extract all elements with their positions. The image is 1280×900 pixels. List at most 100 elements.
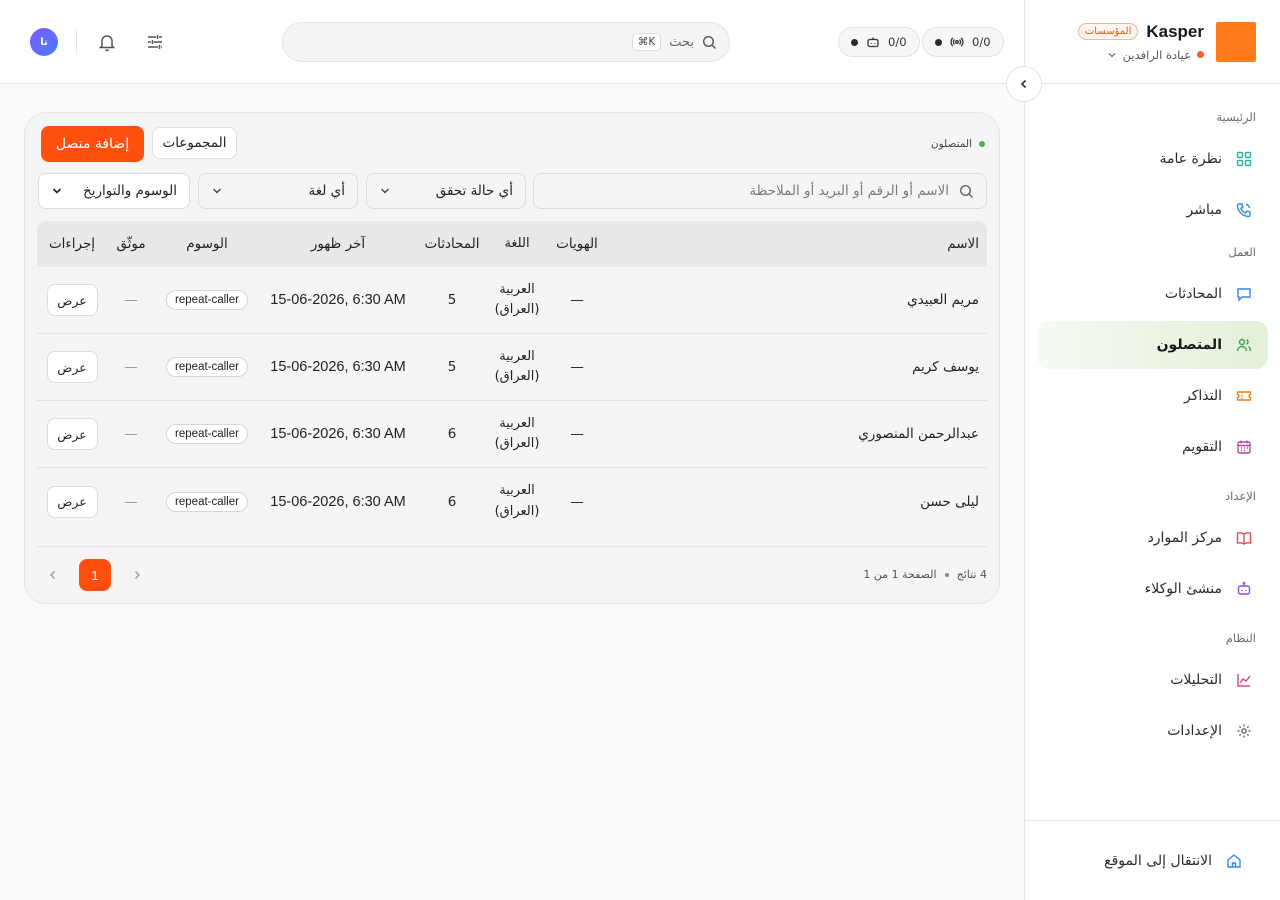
prev-page-button[interactable] [41,563,65,587]
bell-icon [97,32,117,52]
language-name: العربية [499,348,535,364]
language-name: العربية [499,483,535,499]
groups-button[interactable]: المجموعات [152,127,237,159]
column-header-name[interactable]: الاسم [607,236,987,252]
caller-verified: — [124,292,138,308]
status-dot [935,38,942,46]
column-header-verified: موثّق [116,236,146,252]
tag-badge: repeat-caller [166,491,248,512]
caller-last-seen: 15-06-2026, 6:30 AM [270,292,406,308]
caller-verified: — [124,493,138,510]
tags-dates-filter-button[interactable]: الوسوم والتواريخ [38,173,190,209]
sidebar-item-callers[interactable]: المتصلون [1037,321,1268,369]
caller-language: العربية (العراق) [487,481,547,521]
view-caller-button[interactable]: عرض [46,418,98,450]
language-filter-select[interactable]: أي لغة [198,173,358,209]
table-footer-divider [37,546,987,547]
gear-icon [1234,721,1254,741]
sidebar-item-label: التحليلات [1170,672,1222,688]
sidebar-item-calendar[interactable]: التقويم [1037,423,1268,471]
verification-filter-select[interactable]: أي حالة تحقق [366,173,526,209]
pagination: 1 [41,559,149,591]
language-region: (العراق) [494,503,540,519]
clinic-switcher[interactable]: عيادة الرافدين [1107,48,1204,62]
caller-name: ليلى حسن [920,493,979,510]
notifications-button[interactable] [95,30,119,54]
agents-counter[interactable]: 0/0 [838,27,920,57]
table-row[interactable]: ليلى حسن — العربية (العراق) 6 15-06-2026,… [37,468,987,535]
column-header-conversations[interactable]: المحادثات [417,236,487,252]
ticket-icon [1234,386,1254,406]
table-row[interactable]: عبدالرحمن المنصوري — العربية (العراق) 6 1… [37,401,987,468]
nav-section-setup: الإعداد [1225,489,1256,503]
table-row[interactable]: يوسف كريم — العربية (العراق) 5 15-06-2026… [37,334,987,401]
search-icon [702,35,717,50]
sidebar-item-resources[interactable]: مركز الموارد [1037,514,1268,562]
view-caller-button[interactable]: عرض [46,485,98,518]
nav-section-work: العمل [1228,245,1256,259]
go-to-site-link[interactable]: الانتقال إلى الموقع [1025,820,1280,900]
sidebar-item-label: الإعدادات [1167,723,1222,739]
sidebar-collapse-button[interactable] [1006,66,1042,102]
clinic-name: عيادة الرافدين [1122,47,1191,62]
sidebar-item-analytics[interactable]: التحليلات [1037,656,1268,704]
search-placeholder: الاسم أو الرقم أو البريد أو الملاحظة [749,183,949,199]
view-caller-button[interactable]: عرض [46,284,98,316]
sidebar-item-label: نظرة عامة [1159,151,1222,167]
live-calls-counter[interactable]: 0/0 [922,27,1004,57]
sidebar-item-label: المحادثات [1164,286,1222,302]
caller-identities: — [570,426,584,442]
sidebar-item-agent-builder[interactable]: منشئ الوكلاء [1037,565,1268,613]
column-header-last-seen[interactable]: آخر ظهور [259,236,417,252]
chevron-left-icon [1018,78,1030,90]
chevron-down-icon [211,185,223,197]
sidebar-item-overview[interactable]: نظرة عامة [1037,135,1268,183]
status-dot [1197,51,1204,58]
caller-conversations: 6 [447,493,457,510]
sidebar-item-label: مباشر [1186,202,1222,218]
pagination-info: 4 نتائج الصفحة 1 من 1 [863,568,987,581]
page-number-button[interactable]: 1 [79,559,111,591]
callers-card: المتصلون المجموعات إضافة متصل الاسم أو ا… [24,112,1000,604]
results-count: 4 نتائج [956,568,987,581]
book-icon [1234,528,1254,548]
calendar-icon [1234,437,1254,457]
grid-icon [1234,149,1254,169]
sidebar-item-label: التذاكر [1183,388,1222,404]
language-name: العربية [499,281,535,297]
caller-identities: — [570,292,584,308]
caller-identities: — [570,359,584,375]
column-header-language[interactable]: اللغة [487,234,547,254]
broadcast-icon [950,35,964,49]
filters-button[interactable] [143,30,167,54]
sidebar-nav: الرئيسية نظرة عامة مباشر العمل المحادثات… [1025,84,1280,755]
caller-last-seen: 15-06-2026, 6:30 AM [270,426,406,442]
separator-dot [944,572,949,577]
select-value: أي حالة تحقق [435,183,513,199]
add-caller-button[interactable]: إضافة متصل [41,126,144,162]
caller-language: العربية (العراق) [487,414,547,454]
next-page-button[interactable] [125,563,149,587]
sliders-icon [145,32,165,52]
caller-identities: — [570,493,584,510]
counter-value: 0/0 [888,35,907,49]
sidebar-item-conversations[interactable]: المحادثات [1037,270,1268,318]
search-placeholder: بحث [669,34,694,50]
view-caller-button[interactable]: عرض [46,351,98,383]
caller-name: عبدالرحمن المنصوري [858,426,979,442]
sidebar-item-label: المتصلون [1156,337,1222,353]
column-header-tags: الوسوم [186,236,228,252]
counter-value: 0/0 [972,35,991,49]
select-value: الوسوم والتواريخ [83,183,177,199]
column-header-identities[interactable]: الهويات [547,236,607,252]
avatar[interactable]: نا [30,28,58,56]
global-search[interactable]: بحث ⌘K [282,22,730,62]
sidebar-item-live[interactable]: مباشر [1037,186,1268,234]
chart-icon [1234,670,1254,690]
callers-search-input[interactable]: الاسم أو الرقم أو البريد أو الملاحظة [533,173,987,209]
table-row[interactable]: مريم العبيدي — العربية (العراق) 5 15-06-2… [37,267,987,334]
caller-language: العربية (العراق) [487,347,547,387]
sidebar-item-settings[interactable]: الإعدادات [1037,707,1268,755]
sidebar-item-tickets[interactable]: التذاكر [1037,372,1268,420]
language-region: (العراق) [494,369,540,384]
